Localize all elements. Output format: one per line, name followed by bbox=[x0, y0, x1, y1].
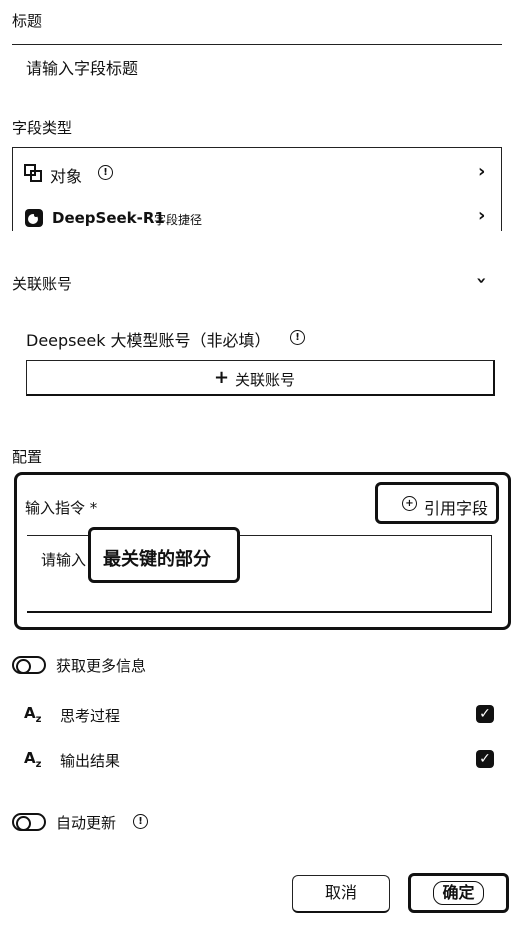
model-name: DeepSeek-R1 bbox=[52, 209, 165, 227]
more-info-label: 获取更多信息 bbox=[56, 657, 147, 675]
field-type-object-row[interactable]: 对象 ! › bbox=[12, 150, 502, 194]
annotation-callout: 最关键的部分 bbox=[88, 527, 240, 583]
object-label: 对象 bbox=[50, 167, 83, 186]
reference-field-label: 引用字段 bbox=[424, 499, 489, 518]
text-format-icon: Az bbox=[24, 749, 42, 770]
divider bbox=[12, 147, 502, 148]
more-info-toggle[interactable] bbox=[12, 656, 46, 674]
link-account-button[interactable]: + 关联账号 bbox=[26, 360, 495, 396]
link-account-label: 关联账号 bbox=[235, 371, 296, 389]
chevron-right-icon: › bbox=[478, 161, 486, 182]
model-row[interactable]: DeepSeek-R1 字段捷径 › bbox=[12, 196, 502, 236]
account-title: Deepseek 大模型账号（非必填） bbox=[26, 331, 271, 350]
confirm-button[interactable]: 确定 bbox=[408, 873, 509, 913]
object-icon bbox=[24, 164, 42, 182]
output-result-checkbox[interactable]: ✓ bbox=[476, 750, 494, 768]
info-icon: ! bbox=[290, 330, 305, 345]
instruction-placeholder: 请输入 bbox=[41, 551, 87, 569]
info-icon: ! bbox=[133, 814, 148, 829]
info-icon: ! bbox=[98, 165, 113, 180]
deepseek-logo-icon bbox=[25, 209, 43, 227]
linked-account-label: 关联账号 bbox=[12, 275, 73, 293]
thinking-process-checkbox[interactable]: ✓ bbox=[476, 705, 494, 723]
thinking-process-label: 思考过程 bbox=[60, 707, 121, 725]
reference-field-button[interactable]: + 引用字段 bbox=[375, 482, 499, 524]
title-label: 标题 bbox=[12, 12, 43, 30]
output-result-label: 输出结果 bbox=[60, 752, 121, 770]
auto-update-toggle[interactable] bbox=[12, 813, 46, 831]
plus-circle-icon: + bbox=[402, 496, 417, 511]
chevron-right-icon: › bbox=[478, 205, 486, 226]
config-label: 配置 bbox=[12, 448, 43, 466]
title-input[interactable]: 请输入字段标题 bbox=[26, 55, 138, 79]
divider bbox=[12, 44, 502, 45]
cancel-button[interactable]: 取消 bbox=[292, 875, 390, 913]
chevron-down-icon[interactable]: › bbox=[471, 277, 492, 284]
plus-icon: + bbox=[214, 367, 230, 388]
annotation-text: 最关键的部分 bbox=[103, 549, 211, 570]
confirm-label: 确定 bbox=[433, 881, 484, 905]
auto-update-label: 自动更新 bbox=[56, 814, 117, 832]
model-tag: 字段捷径 bbox=[154, 213, 203, 227]
text-format-icon: Az bbox=[24, 704, 42, 725]
instruction-label: 输入指令 * bbox=[25, 499, 98, 517]
field-type-label: 字段类型 bbox=[12, 119, 73, 137]
